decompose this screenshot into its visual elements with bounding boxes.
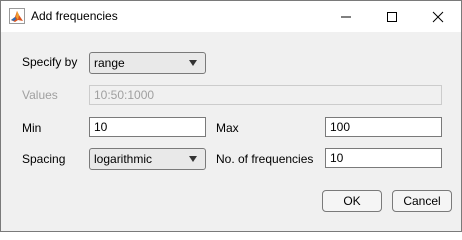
max-label: Max [216,121,239,135]
matlab-logo-icon [9,8,25,24]
maximize-icon [387,11,397,22]
spacing-value: logarithmic [94,152,153,166]
min-label: Min [22,121,42,135]
specify-by-label: Specify by [22,55,78,69]
values-input [89,85,442,105]
cancel-button[interactable]: Cancel [392,190,452,212]
specify-by-dropdown[interactable]: range [89,52,206,74]
minimize-icon [341,16,351,17]
window-title: Add frequencies [31,9,118,23]
minimize-button[interactable] [323,1,369,32]
num-frequencies-label: No. of frequencies [216,152,314,166]
chevron-down-icon [189,156,197,162]
ok-button[interactable]: OK [322,190,382,212]
close-icon [432,11,444,22]
num-frequencies-input[interactable] [325,148,442,168]
spacing-label: Spacing [22,152,66,166]
values-label: Values [22,88,58,102]
min-input[interactable] [89,117,206,137]
close-button[interactable] [415,1,461,32]
chevron-down-icon [189,60,197,66]
add-frequencies-dialog: Add frequencies Specify by range Values [0,0,462,232]
max-input[interactable] [325,117,442,137]
maximize-button[interactable] [369,1,415,32]
spacing-dropdown[interactable]: logarithmic [89,148,206,170]
specify-by-value: range [94,56,125,70]
title-bar: Add frequencies [1,1,461,32]
dialog-content: Specify by range Values Min Max Spacing … [1,32,461,231]
